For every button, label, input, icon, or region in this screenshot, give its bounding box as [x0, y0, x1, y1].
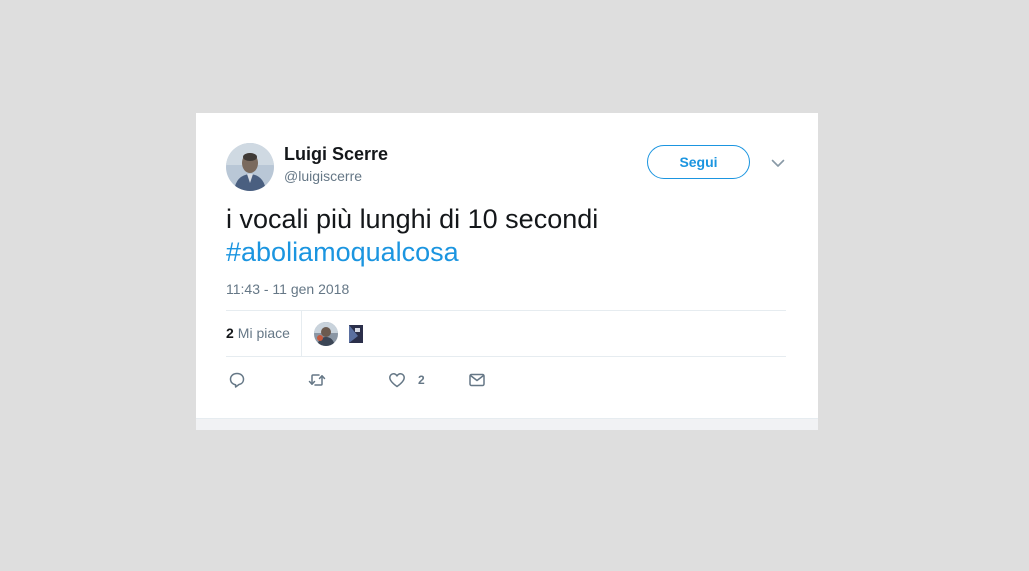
direct-message-icon: [469, 373, 485, 387]
likes-label: Mi piace: [237, 325, 290, 341]
retweet-button[interactable]: [308, 370, 326, 390]
likes-stat[interactable]: 2 Mi piace: [226, 325, 290, 341]
stats-divider: [301, 311, 302, 357]
tweet-stats: 2 Mi piace: [226, 310, 786, 357]
author-avatar[interactable]: [226, 143, 274, 191]
like-icon: [389, 373, 405, 388]
tweet-body: i vocali più lunghi di 10 secondi: [226, 204, 599, 234]
card-footer: [196, 418, 818, 430]
author-handle[interactable]: @luigiscerre: [284, 168, 362, 184]
tweet-timestamp[interactable]: 11:43 - 11 gen 2018: [226, 281, 349, 297]
chevron-down-icon[interactable]: [770, 155, 786, 171]
tweet-text: i vocali più lunghi di 10 secondi #aboli…: [226, 203, 786, 269]
likes-count: 2: [226, 325, 234, 341]
retweet-icon: [308, 374, 326, 386]
hashtag-link[interactable]: #aboliamoqualcosa: [226, 236, 786, 269]
liker-avatar[interactable]: [344, 322, 368, 346]
tweet-actions: 2: [226, 367, 786, 393]
tweet-card: Luigi Scerre @luigiscerre Segui i vocali…: [196, 113, 818, 430]
liker-avatar[interactable]: [314, 322, 338, 346]
follow-button[interactable]: Segui: [647, 145, 750, 179]
reply-icon: [229, 372, 245, 388]
like-count: 2: [418, 373, 425, 387]
like-button[interactable]: 2: [388, 370, 425, 390]
author-name[interactable]: Luigi Scerre: [284, 144, 388, 165]
reply-button[interactable]: [228, 370, 246, 390]
direct-message-button[interactable]: [468, 370, 486, 390]
